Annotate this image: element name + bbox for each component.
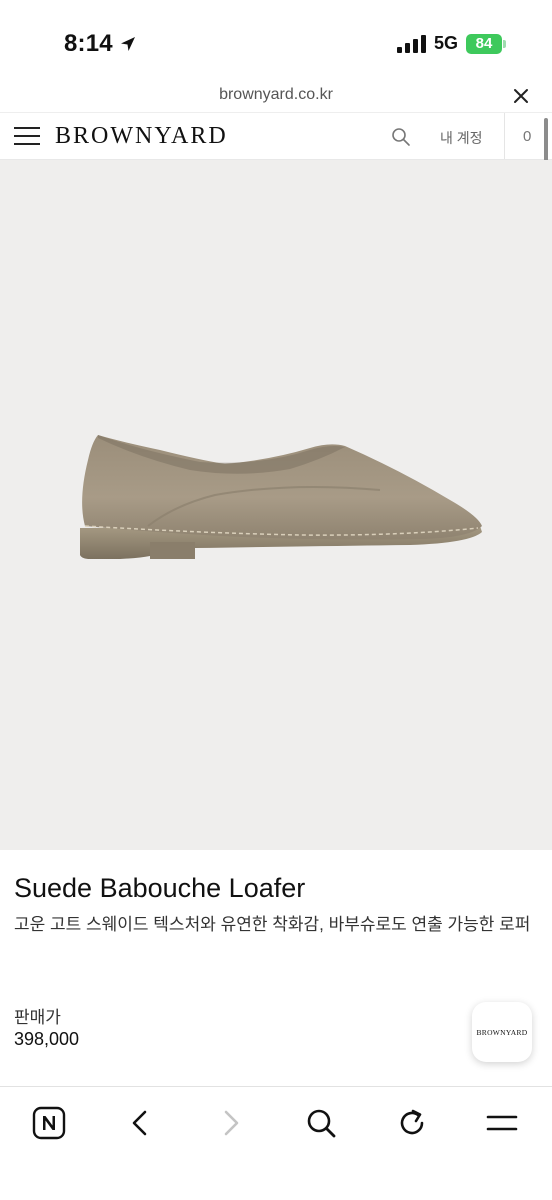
search-icon[interactable] [303,1105,339,1141]
refresh-icon[interactable] [394,1105,430,1141]
status-indicators: 5G 84 [396,33,506,54]
status-bar: 8:14 5G 84 [0,0,552,82]
forward-arrow-icon[interactable] [213,1105,249,1141]
battery-icon: 84 [466,33,506,54]
product-title: Suede Babouche Loafer [14,873,306,903]
clock-text: 8:14 [64,30,113,57]
header-divider [504,113,505,159]
url-text[interactable]: brownyard.co.kr [0,86,552,104]
product-description: 고운 고트 스웨이드 텍스처와 유연한 착화감, 바부슈로도 연출 가능한 로퍼 [14,915,531,934]
hamburger-menu-icon[interactable] [14,127,40,147]
network-type: 5G [433,33,458,53]
url-bar[interactable]: brownyard.co.kr [0,82,552,112]
cart-count[interactable]: 0 [523,128,531,145]
floating-brand-label: BROWNYARD [476,1027,528,1037]
loafer-shoe-image [80,435,482,559]
price-label: 판매가 [14,1008,61,1027]
search-icon[interactable] [391,127,411,147]
close-icon[interactable] [510,85,532,107]
status-time: 8:14 [64,30,137,58]
menu-icon[interactable] [484,1105,520,1141]
site-header: BROWNYARD 내 계정 0 [0,112,552,160]
back-arrow-icon[interactable] [122,1105,158,1141]
floating-brand-button[interactable]: BROWNYARD [472,1002,532,1062]
cellular-signal-icon [396,34,426,53]
product-image[interactable] [0,160,552,850]
account-link[interactable]: 내 계정 [440,128,483,148]
naver-n-icon[interactable] [31,1105,67,1141]
brand-logo[interactable]: BROWNYARD [55,123,228,150]
location-arrow-icon [120,37,135,51]
battery-level: 84 [466,33,502,54]
browser-toolbar [0,1086,552,1200]
price-value: 398,000 [14,1029,80,1049]
